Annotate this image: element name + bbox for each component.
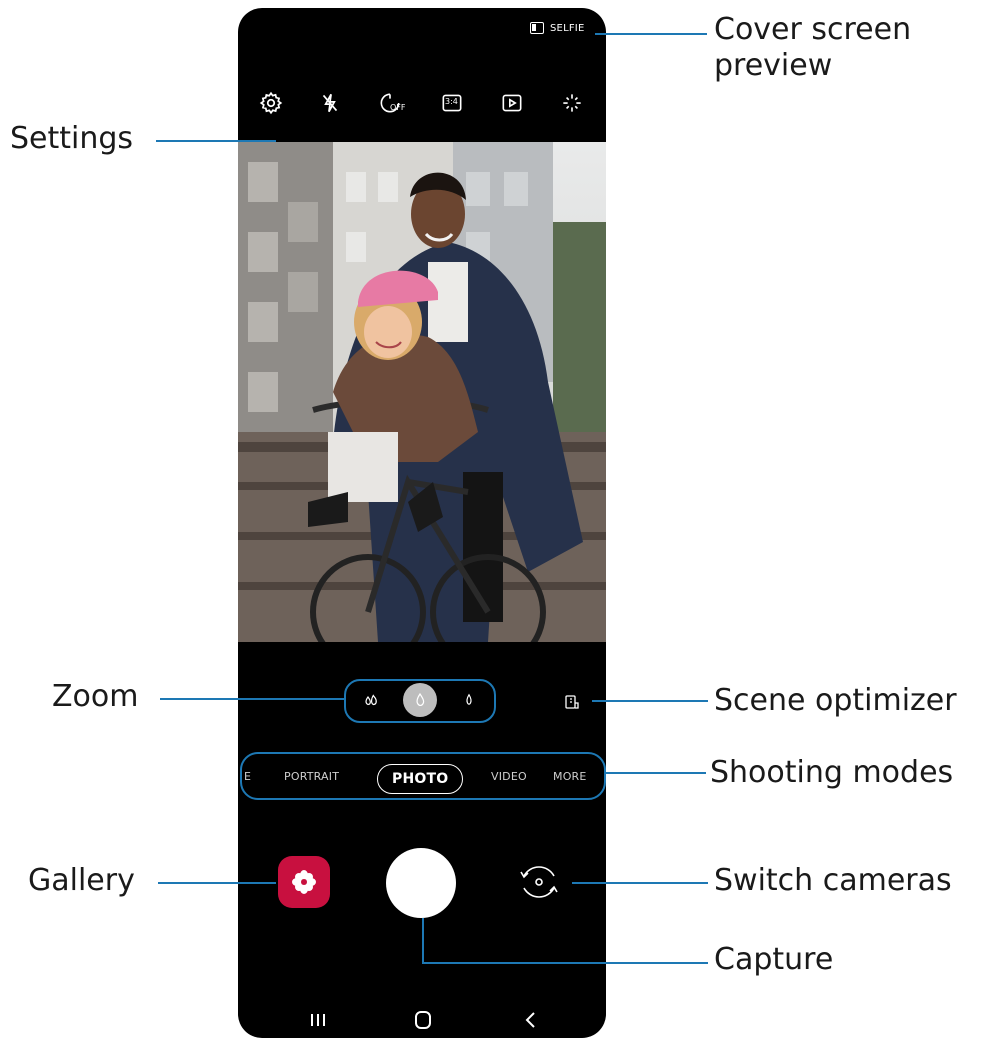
zoom-highlight bbox=[344, 679, 496, 723]
back-icon[interactable] bbox=[516, 1006, 546, 1034]
gallery-button[interactable] bbox=[278, 856, 330, 908]
ratio-label: 3:4 bbox=[445, 97, 458, 106]
callout-gallery: Gallery bbox=[28, 863, 135, 898]
shooting-modes-highlight bbox=[240, 752, 606, 800]
callout-cover-screen-line-1: Cover screen bbox=[714, 12, 912, 47]
flash-button[interactable] bbox=[313, 86, 347, 120]
navigation-bar bbox=[238, 998, 606, 1038]
callout-zoom: Zoom bbox=[52, 679, 139, 714]
gallery-callout-line bbox=[158, 882, 276, 884]
flash-off-icon bbox=[322, 93, 338, 113]
callout-capture: Capture bbox=[714, 942, 834, 977]
cover-screen-preview-button[interactable]: SELFIE bbox=[530, 22, 584, 34]
cover-screen-icon bbox=[530, 22, 544, 34]
settings-callout-line bbox=[156, 140, 276, 142]
ratio-button[interactable]: 3:4 bbox=[435, 86, 469, 120]
timer-button[interactable]: OFF bbox=[373, 86, 407, 120]
home-icon[interactable] bbox=[408, 1006, 438, 1034]
callout-switch-cameras: Switch cameras bbox=[714, 863, 952, 898]
motion-photo-button[interactable] bbox=[495, 86, 529, 120]
switch-cameras-callout-line bbox=[572, 882, 708, 884]
motion-photo-icon bbox=[502, 94, 522, 112]
flower-icon bbox=[292, 870, 316, 894]
camera-viewfinder[interactable] bbox=[238, 142, 606, 642]
gear-icon bbox=[259, 91, 283, 115]
capture-callout-line-horizontal bbox=[422, 962, 708, 964]
callout-scene-optimizer: Scene optimizer bbox=[714, 683, 957, 718]
sparkle-icon bbox=[563, 94, 581, 112]
callout-settings: Settings bbox=[10, 121, 134, 156]
timer-label: OFF bbox=[390, 103, 406, 112]
capture-button[interactable] bbox=[386, 848, 456, 918]
effects-button[interactable] bbox=[555, 86, 589, 120]
viewfinder-image bbox=[238, 142, 606, 642]
scene-optimizer-icon[interactable] bbox=[564, 694, 580, 710]
zoom-callout-line bbox=[160, 698, 344, 700]
switch-camera-icon[interactable] bbox=[512, 860, 566, 904]
callout-cover-screen-preview: Cover screen preview bbox=[714, 12, 911, 84]
camera-toolbar: OFF 3:4 bbox=[238, 86, 606, 120]
callout-shooting-modes: Shooting modes bbox=[710, 755, 954, 790]
settings-button[interactable] bbox=[254, 86, 288, 120]
shooting-modes-callout-line bbox=[606, 772, 706, 774]
scene-optimizer-callout-line bbox=[592, 700, 708, 702]
capture-callout-line-vertical bbox=[422, 918, 424, 964]
cover-screen-callout-line bbox=[595, 33, 707, 35]
recent-apps-icon[interactable] bbox=[303, 1006, 333, 1034]
callout-cover-screen-line-2: preview bbox=[714, 48, 833, 83]
phone-screen: SELFIE OFF 3:4 E PORTRAIT PHOTO VIDEO MO… bbox=[238, 8, 606, 1038]
cover-screen-label: SELFIE bbox=[550, 22, 585, 34]
